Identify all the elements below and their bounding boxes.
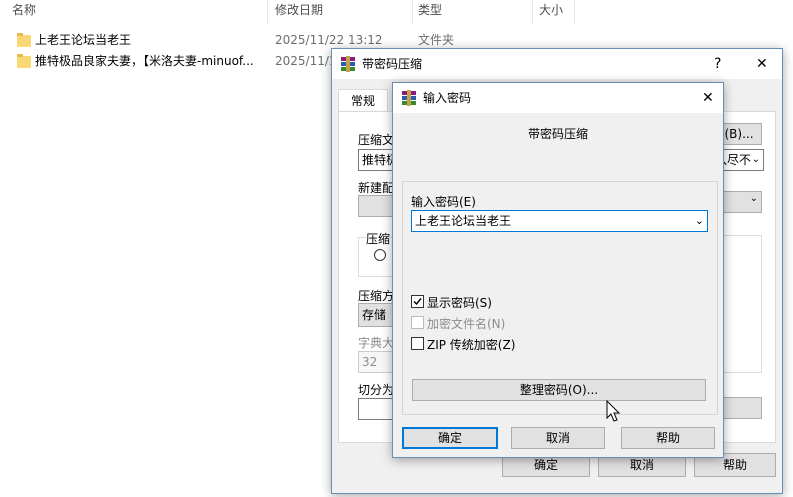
close-icon[interactable]: ✕ bbox=[702, 83, 714, 113]
ok-button[interactable]: 确定 bbox=[402, 427, 498, 449]
method-value: 存储 bbox=[362, 308, 387, 322]
winrar-icon bbox=[402, 90, 416, 106]
dictionary-label: 字典大 bbox=[358, 336, 395, 350]
file-name: 推特极品良家夫妻，【米洛夫妻-minuof... bbox=[35, 54, 254, 68]
organize-passwords-button[interactable]: 整理密码(O)... bbox=[412, 379, 706, 401]
cancel-button-label: 取消 bbox=[629, 458, 654, 472]
browse-button-label: (B)... bbox=[724, 127, 754, 141]
chevron-down-icon[interactable]: ⌄ bbox=[695, 211, 704, 231]
column-header-type[interactable]: 类型 bbox=[418, 0, 528, 24]
folder-icon bbox=[17, 33, 31, 47]
column-divider[interactable] bbox=[412, 0, 413, 24]
file-modified: 2025/11/22 13:12 bbox=[275, 33, 383, 47]
organize-passwords-label: 整理密码(O)... bbox=[519, 383, 599, 397]
password-dialog: 输入密码 ✕ 带密码压缩 输入密码(E) 上老王论坛当老王 ⌄ 显示密码(S) … bbox=[392, 82, 724, 458]
column-header-size[interactable]: 大小 bbox=[539, 0, 579, 24]
dialog-heading: 带密码压缩 bbox=[527, 127, 588, 141]
column-divider[interactable] bbox=[532, 0, 533, 24]
password-field[interactable]: 上老王论坛当老王 ⌄ bbox=[411, 210, 708, 232]
help-icon[interactable]: ? bbox=[714, 49, 721, 79]
help-button-label: 帮助 bbox=[655, 431, 680, 445]
password-label: 输入密码(E) bbox=[411, 195, 476, 209]
password-dialog-titlebar[interactable]: 输入密码 ✕ bbox=[393, 83, 723, 113]
checkmark-icon bbox=[413, 298, 422, 306]
mouse-cursor-icon bbox=[606, 400, 621, 422]
new-profile-label: 新建配 bbox=[358, 181, 395, 195]
ok-button-label: 确定 bbox=[533, 458, 558, 472]
cancel-button[interactable]: 取消 bbox=[511, 427, 605, 449]
show-password-label: 显示密码(S) bbox=[427, 296, 492, 310]
method-label: 压缩方 bbox=[358, 289, 395, 303]
help-button-label: 帮助 bbox=[722, 458, 747, 472]
cancel-button-label: 取消 bbox=[545, 431, 570, 445]
list-item[interactable]: 上老王论坛当老王 2025/11/22 13:12 文件夹 bbox=[0, 30, 793, 50]
chevron-down-icon: ⌄ bbox=[751, 154, 760, 165]
password-value: 上老王论坛当老王 bbox=[415, 214, 512, 228]
ok-button-label: 确定 bbox=[437, 431, 462, 445]
column-header-modified[interactable]: 修改日期 bbox=[275, 0, 405, 24]
column-divider[interactable] bbox=[267, 0, 268, 24]
split-label: 切分为 bbox=[358, 383, 395, 397]
archive-name-label: 压缩文 bbox=[358, 133, 395, 147]
format-radio[interactable] bbox=[374, 249, 386, 261]
encrypt-filenames-checkbox[interactable] bbox=[411, 316, 424, 329]
password-dialog-title: 输入密码 bbox=[423, 91, 472, 105]
format-group-label: 压缩 bbox=[366, 230, 391, 247]
file-name: 上老王论坛当老王 bbox=[35, 33, 132, 47]
help-button[interactable]: 帮助 bbox=[621, 427, 715, 449]
column-divider[interactable] bbox=[574, 0, 575, 24]
dictionary-value: 32 bbox=[362, 355, 378, 369]
show-password-checkbox[interactable] bbox=[411, 295, 424, 308]
column-header-name[interactable]: 名称 bbox=[12, 0, 262, 24]
folder-icon bbox=[17, 54, 31, 68]
winrar-icon bbox=[341, 56, 355, 72]
archive-dialog-titlebar[interactable]: 带密码压缩 ? ✕ bbox=[332, 49, 782, 79]
tab-general-label: 常规 bbox=[350, 94, 375, 108]
archive-dialog-title: 带密码压缩 bbox=[362, 57, 423, 71]
tab-general[interactable]: 常规 bbox=[338, 89, 388, 112]
zip-legacy-checkbox[interactable] bbox=[411, 337, 424, 350]
close-icon[interactable]: ✕ bbox=[756, 49, 768, 79]
file-modified: 2025/11/1 bbox=[275, 54, 337, 68]
file-type: 文件夹 bbox=[418, 33, 455, 47]
chevron-down-icon: ⌄ bbox=[749, 193, 758, 204]
encrypt-filenames-label: 加密文件名(N) bbox=[427, 317, 506, 331]
zip-legacy-label: ZIP 传统加密(Z) bbox=[427, 338, 516, 352]
